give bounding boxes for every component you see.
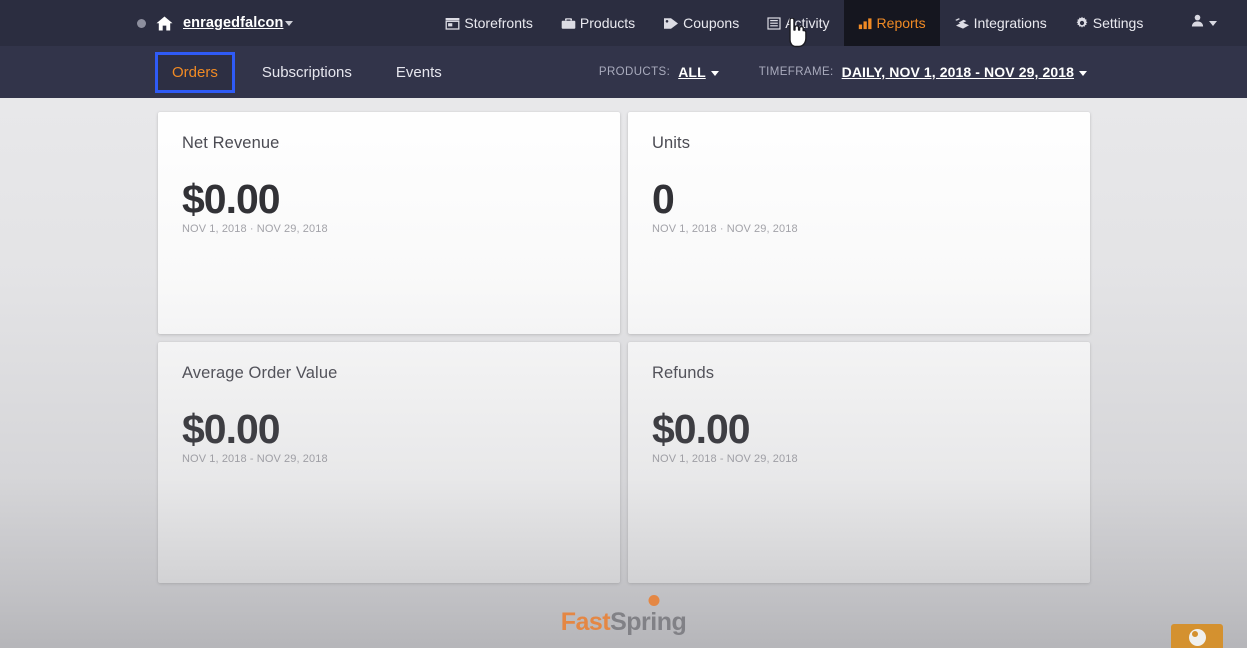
nav-label: Settings bbox=[1092, 15, 1144, 31]
chevron-down-icon bbox=[710, 70, 719, 76]
top-navigation-bar: enragedfalcon Storefronts Products Coupo… bbox=[0, 0, 1247, 48]
status-dot-icon bbox=[137, 18, 146, 28]
nav-item-activity[interactable]: Activity bbox=[753, 0, 843, 46]
metric-date-range: NOV 1, 2018 · NOV 29, 2018 bbox=[652, 223, 798, 235]
metric-date-range: NOV 1, 2018 - NOV 29, 2018 bbox=[652, 453, 798, 465]
logo-letter-i: i bbox=[648, 594, 660, 637]
nav-label: Coupons bbox=[683, 15, 740, 31]
nav-item-storefronts[interactable]: Storefronts bbox=[431, 0, 546, 46]
app-root: enragedfalcon Storefronts Products Coupo… bbox=[0, 0, 1247, 648]
nav-label: Reports bbox=[876, 15, 926, 31]
nav-item-settings[interactable]: Settings bbox=[1061, 0, 1158, 46]
timeframe-filter-label: TIMEFRAME: bbox=[758, 66, 834, 78]
logo-text-i: i bbox=[650, 607, 657, 636]
report-subnav-bar: Orders Subscriptions Events PRODUCTS: AL… bbox=[0, 46, 1247, 98]
metric-date-range: NOV 1, 2018 · NOV 29, 2018 bbox=[182, 223, 328, 235]
report-content-area: Net Revenue $0.00 NOV 1, 2018 · NOV 29, … bbox=[0, 98, 1247, 648]
metric-card-average-order-value[interactable]: Average Order Value $0.00 NOV 1, 2018 - … bbox=[158, 342, 620, 583]
metric-card-net-revenue[interactable]: Net Revenue $0.00 NOV 1, 2018 · NOV 29, … bbox=[158, 112, 620, 334]
nav-item-coupons[interactable]: Coupons bbox=[649, 0, 753, 46]
nav-item-products[interactable]: Products bbox=[547, 0, 649, 46]
nav-item-integrations[interactable]: Integrations bbox=[940, 0, 1061, 46]
metric-card-units[interactable]: Units 0 NOV 1, 2018 · NOV 29, 2018 bbox=[628, 112, 1090, 334]
metric-value: $0.00 bbox=[652, 406, 751, 452]
plug-icon bbox=[954, 17, 970, 30]
products-filter-label: PRODUCTS: bbox=[598, 66, 671, 78]
gear-icon bbox=[1075, 16, 1089, 30]
storefront-icon bbox=[445, 17, 460, 30]
logo-text-fast: Fast bbox=[560, 607, 611, 636]
timeframe-filter-dropdown[interactable]: DAILY, NOV 1, 2018 - NOV 29, 2018 bbox=[842, 64, 1087, 80]
support-chat-widget[interactable] bbox=[1171, 624, 1223, 648]
nav-label: Storefronts bbox=[464, 15, 533, 31]
nav-label: Activity bbox=[785, 15, 830, 31]
metric-date-range: NOV 1, 2018 - NOV 29, 2018 bbox=[182, 453, 328, 465]
tag-icon bbox=[663, 17, 679, 30]
metric-value: $0.00 bbox=[182, 176, 281, 222]
chevron-down-icon bbox=[1079, 70, 1087, 76]
bar-chart-icon bbox=[858, 17, 873, 30]
metric-value: 0 bbox=[652, 176, 675, 222]
report-tabs: Orders Subscriptions Events bbox=[155, 51, 456, 93]
nav-item-reports[interactable]: Reports bbox=[843, 0, 940, 46]
products-filter-dropdown[interactable]: ALL bbox=[678, 64, 719, 80]
home-icon[interactable] bbox=[156, 16, 173, 31]
metric-value: $0.00 bbox=[182, 406, 281, 452]
metric-title: Refunds bbox=[652, 364, 715, 382]
list-icon bbox=[767, 16, 781, 30]
tab-events[interactable]: Events bbox=[382, 55, 456, 90]
nav-label: Integrations bbox=[973, 15, 1047, 31]
briefcase-icon bbox=[561, 17, 576, 30]
logo-dot-icon bbox=[648, 594, 660, 606]
metric-title: Average Order Value bbox=[182, 364, 338, 382]
logo-text-spr: Spr bbox=[610, 607, 651, 636]
page-footer: Fast Spr i ng bbox=[0, 594, 1247, 648]
main-navigation: Storefronts Products Coupons Activity Re… bbox=[431, 0, 1227, 46]
timeframe-filter-value: DAILY, NOV 1, 2018 - NOV 29, 2018 bbox=[841, 64, 1074, 80]
user-icon bbox=[1191, 14, 1204, 32]
metric-card-refunds[interactable]: Refunds $0.00 NOV 1, 2018 - NOV 29, 2018 bbox=[628, 342, 1090, 583]
report-filters: PRODUCTS: ALL TIMEFRAME: DAILY, NOV 1, 2… bbox=[599, 64, 1087, 80]
logo-text-ng: ng bbox=[656, 607, 687, 636]
tab-orders[interactable]: Orders bbox=[155, 51, 235, 93]
chevron-down-icon bbox=[285, 20, 294, 26]
metric-card-grid: Net Revenue $0.00 NOV 1, 2018 · NOV 29, … bbox=[158, 112, 1090, 583]
chat-avatar-icon bbox=[1188, 629, 1206, 646]
metric-title: Units bbox=[652, 134, 691, 152]
chevron-down-icon bbox=[1209, 20, 1218, 26]
account-name-label: enragedfalcon bbox=[183, 15, 284, 31]
brand-group: enragedfalcon bbox=[137, 15, 294, 31]
nav-label: Products bbox=[579, 15, 636, 31]
fastspring-logo: Fast Spr i ng bbox=[560, 594, 687, 637]
tab-subscriptions[interactable]: Subscriptions bbox=[248, 55, 366, 90]
user-menu-button[interactable] bbox=[1181, 0, 1227, 46]
account-menu-button[interactable]: enragedfalcon bbox=[183, 15, 294, 31]
products-filter-value: ALL bbox=[678, 64, 706, 80]
metric-title: Net Revenue bbox=[182, 134, 280, 152]
